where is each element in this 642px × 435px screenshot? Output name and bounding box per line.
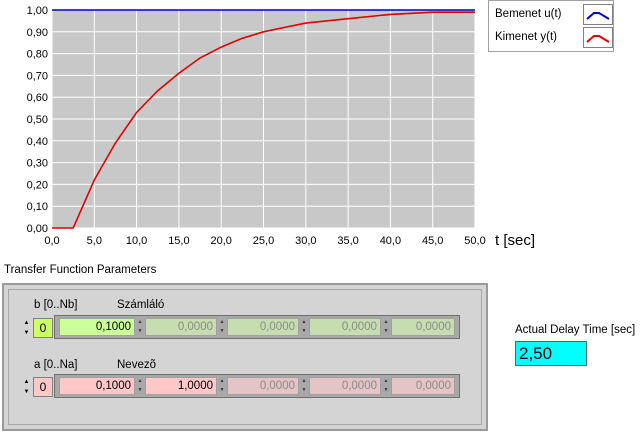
denominator-coef-1-spinner[interactable]: ▲ ▼ xyxy=(218,377,226,395)
spin-down-icon[interactable]: ▼ xyxy=(382,327,390,336)
spin-up-icon[interactable]: ▲ xyxy=(22,318,31,328)
x-tick-label: 30,0 xyxy=(295,235,316,247)
spin-up-icon[interactable]: ▲ xyxy=(382,318,390,327)
denominator-coef-2-spinner[interactable]: ▲ ▼ xyxy=(300,377,308,395)
spin-up-icon[interactable]: ▲ xyxy=(218,377,226,386)
legend-label-input: Bemenet u(t) xyxy=(495,8,562,20)
spin-up-icon[interactable]: ▲ xyxy=(300,318,308,327)
x-tick-label: 25,0 xyxy=(253,235,274,247)
x-tick-label: 10,0 xyxy=(126,235,147,247)
numerator-coef-0-spinner[interactable]: ▲ ▼ xyxy=(136,318,144,336)
x-tick-label: 20,0 xyxy=(210,235,231,247)
denominator-coef-0[interactable]: 0,1000 xyxy=(59,377,135,395)
numerator-array: 0,1000 ▲ ▼ 0,0000 ▲ ▼ 0,0000 ▲ ▼ 0,0000 ▲ ▼ … xyxy=(54,315,460,339)
legend-item-input[interactable]: Bemenet u(t) xyxy=(495,3,613,25)
denominator-coef-4[interactable]: 0,0000 xyxy=(391,377,455,395)
spin-up-icon[interactable]: ▲ xyxy=(218,318,226,327)
denominator-coef-1[interactable]: 1,0000 xyxy=(145,377,217,395)
denominator-coef-3[interactable]: 0,0000 xyxy=(309,377,381,395)
y-tick-label: 0,30 xyxy=(27,158,48,170)
x-tick-label: 15,0 xyxy=(168,235,189,247)
x-axis-title: t [sec] xyxy=(495,232,536,249)
y-tick-label: 0,40 xyxy=(27,136,48,148)
chart-grid xyxy=(51,9,476,229)
chart-legend: Bemenet u(t) Kimenet y(t) xyxy=(488,0,614,52)
spin-up-icon[interactable]: ▲ xyxy=(382,377,390,386)
numerator-coef-1[interactable]: 0,0000 xyxy=(145,318,217,336)
panel-inner-border xyxy=(8,289,482,425)
y-tick-label: 0,90 xyxy=(27,27,48,39)
y-tick-label: 0,70 xyxy=(27,70,48,82)
denominator-index-label: a [0..Na] xyxy=(34,359,78,371)
legend-swatch-output[interactable] xyxy=(583,26,613,48)
spin-down-icon[interactable]: ▼ xyxy=(136,327,144,336)
y-tick-label: 0,60 xyxy=(27,92,48,104)
denominator-index-input[interactable]: 0 xyxy=(33,377,53,397)
spin-up-icon[interactable]: ▲ xyxy=(22,377,31,387)
numerator-index-label: b [0..Nb] xyxy=(34,299,78,311)
x-tick-label: 40,0 xyxy=(380,235,401,247)
x-tick-label: 35,0 xyxy=(337,235,358,247)
y-tick-label: 0,80 xyxy=(27,49,48,61)
numerator-coef-3[interactable]: 0,0000 xyxy=(309,318,381,336)
spin-down-icon[interactable]: ▼ xyxy=(300,386,308,395)
spin-up-icon[interactable]: ▲ xyxy=(136,377,144,386)
spin-down-icon[interactable]: ▼ xyxy=(22,328,31,338)
line-swatch-red-icon xyxy=(586,34,610,43)
y-tick-label: 0,10 xyxy=(27,201,48,213)
x-tick-label: 45,0 xyxy=(422,235,443,247)
x-tick-label: 0,0 xyxy=(44,235,59,247)
y-tick-label: 0,50 xyxy=(27,114,48,126)
spin-down-icon[interactable]: ▼ xyxy=(382,386,390,395)
denominator-coef-3-spinner[interactable]: ▲ ▼ xyxy=(382,377,390,395)
denominator-array: 0,1000 ▲ ▼ 1,0000 ▲ ▼ 0,0000 ▲ ▼ 0,0000 ▲ ▼ … xyxy=(54,374,460,398)
numerator-coef-0[interactable]: 0,1000 xyxy=(59,318,135,336)
delay-time-indicator: 2,50 xyxy=(515,341,587,366)
y-tick-label: 0,20 xyxy=(27,179,48,191)
numerator-index-input[interactable]: 0 xyxy=(33,318,53,338)
spin-up-icon[interactable]: ▲ xyxy=(300,377,308,386)
line-swatch-blue-icon xyxy=(586,11,610,20)
numerator-coef-2-spinner[interactable]: ▲ ▼ xyxy=(300,318,308,336)
x-tick-label: 5,0 xyxy=(87,235,102,247)
denominator-coef-2[interactable]: 0,0000 xyxy=(227,377,299,395)
denominator-coef-0-spinner[interactable]: ▲ ▼ xyxy=(136,377,144,395)
y-tick-label: 1,00 xyxy=(27,5,48,17)
delay-time-label: Actual Delay Time [sec] xyxy=(515,324,636,336)
denominator-name-label: Nevezõ xyxy=(117,359,156,371)
denominator-index-spinner[interactable]: ▲ ▼ xyxy=(22,377,31,397)
numerator-coef-3-spinner[interactable]: ▲ ▼ xyxy=(382,318,390,336)
legend-swatch-input[interactable] xyxy=(583,3,613,25)
y-tick-label: 0,00 xyxy=(27,223,48,235)
spin-up-icon[interactable]: ▲ xyxy=(136,318,144,327)
numerator-coef-1-spinner[interactable]: ▲ ▼ xyxy=(218,318,226,336)
spin-down-icon[interactable]: ▼ xyxy=(218,327,226,336)
spin-down-icon[interactable]: ▼ xyxy=(218,386,226,395)
transfer-function-panel: b [0..Nb] Számláló ▲ ▼ 0 0,1000 ▲ ▼ 0,000… xyxy=(2,283,488,431)
numerator-name-label: Számláló xyxy=(117,299,165,311)
numerator-coef-2[interactable]: 0,0000 xyxy=(227,318,299,336)
legend-label-output: Kimenet y(t) xyxy=(495,31,557,43)
legend-item-output[interactable]: Kimenet y(t) xyxy=(495,26,613,48)
response-chart: 0,0 5,0 10,0 15,0 20,0 25,0 30,0 35,0 40,0 45,0 50… xyxy=(27,5,486,247)
spin-down-icon[interactable]: ▼ xyxy=(136,386,144,395)
spin-down-icon[interactable]: ▼ xyxy=(300,327,308,336)
numerator-index-spinner[interactable]: ▲ ▼ xyxy=(22,318,31,338)
section-title: Transfer Function Parameters xyxy=(4,264,157,276)
spin-down-icon[interactable]: ▼ xyxy=(22,387,31,397)
numerator-coef-4[interactable]: 0,0000 xyxy=(391,318,455,336)
x-tick-label: 50,0 xyxy=(464,235,485,247)
